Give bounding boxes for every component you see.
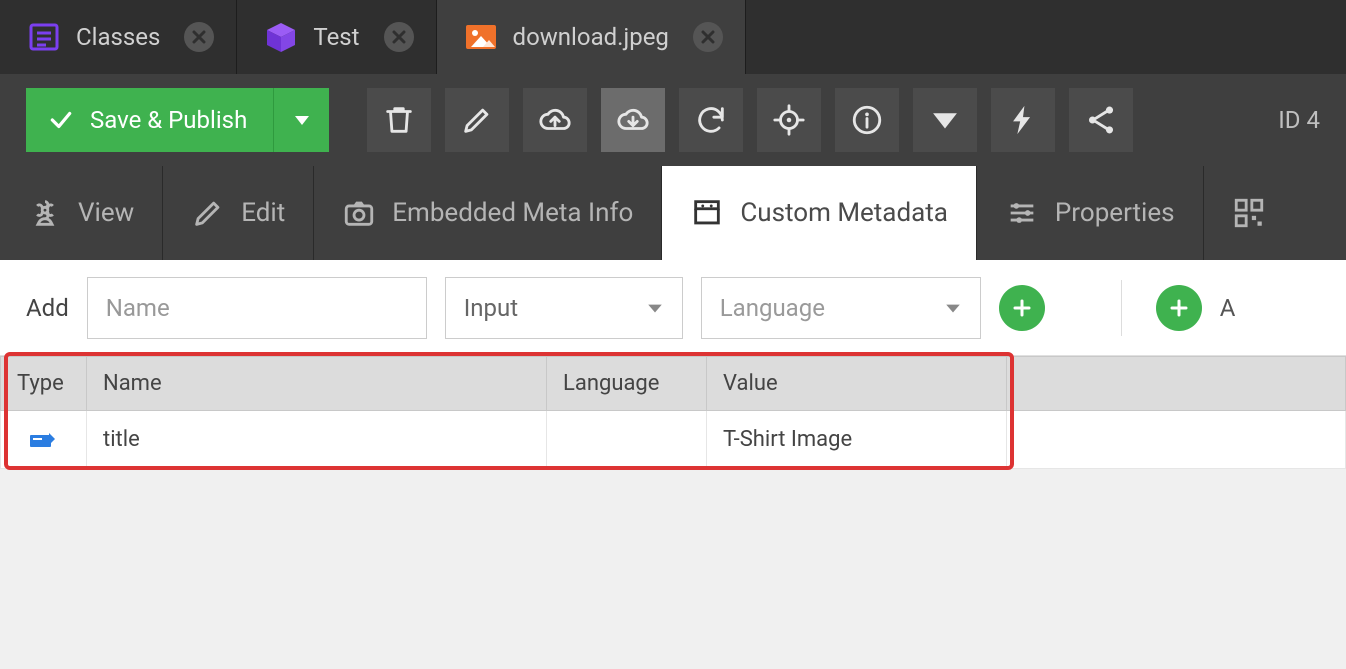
add-secondary-button[interactable] — [1156, 285, 1202, 331]
toolbar: Save & Publish ID 4 — [0, 74, 1346, 166]
sub-tab-strip: View Edit Embedded Meta Info Custom Meta… — [0, 166, 1346, 260]
cell-type — [1, 411, 87, 469]
upload-button[interactable] — [523, 88, 587, 152]
caret-down-icon — [928, 103, 962, 137]
caret-down-icon — [944, 299, 962, 317]
close-icon[interactable] — [184, 22, 214, 52]
share-icon — [1084, 103, 1118, 137]
tab-classes[interactable]: Classes — [0, 0, 237, 74]
delete-button[interactable] — [367, 88, 431, 152]
flash-button[interactable] — [991, 88, 1055, 152]
add-label: Add — [26, 294, 69, 322]
divider — [1121, 280, 1122, 336]
plus-icon — [1010, 296, 1034, 320]
plus-icon — [1167, 296, 1191, 320]
info-icon — [850, 103, 884, 137]
cell-name[interactable]: title — [87, 411, 547, 469]
metadata-table-wrap: Type Name Language Value title T-Shirt I… — [0, 356, 1346, 469]
save-publish-label: Save & Publish — [90, 106, 247, 134]
subtab-label: Custom Metadata — [740, 198, 948, 228]
pencil-icon — [191, 196, 225, 230]
tab-bar: Classes Test download.jpeg — [0, 0, 1346, 74]
language-select-placeholder: Language — [720, 294, 825, 322]
lightning-icon — [1006, 103, 1040, 137]
tab-label: Test — [313, 23, 359, 51]
sliders-icon — [1005, 196, 1039, 230]
close-icon[interactable] — [693, 22, 723, 52]
cube-icon — [263, 19, 299, 55]
refresh-icon — [694, 103, 728, 137]
cloud-download-icon — [616, 103, 650, 137]
add-metadata-button[interactable] — [999, 285, 1045, 331]
subtab-label: Properties — [1055, 198, 1175, 228]
subtab-view[interactable]: View — [0, 166, 163, 260]
refresh-button[interactable] — [679, 88, 743, 152]
save-publish-dropdown[interactable] — [273, 88, 329, 152]
target-icon — [772, 103, 806, 137]
col-header-type[interactable]: Type — [1, 357, 87, 411]
col-header-language[interactable]: Language — [547, 357, 707, 411]
subtab-label: Embedded Meta Info — [392, 198, 633, 228]
classes-icon — [26, 19, 62, 55]
save-publish-button-group: Save & Publish — [26, 88, 329, 152]
record-id: ID 4 — [1262, 106, 1320, 134]
subtab-custom-metadata[interactable]: Custom Metadata — [662, 166, 977, 260]
table-header-row: Type Name Language Value — [1, 357, 1346, 411]
add-metadata-form: Add Name Input Language A — [0, 260, 1346, 356]
empty-area — [0, 469, 1346, 669]
rename-button[interactable] — [445, 88, 509, 152]
subtab-edit[interactable]: Edit — [163, 166, 314, 260]
image-icon — [463, 19, 499, 55]
cell-empty — [1007, 411, 1346, 469]
save-publish-button[interactable]: Save & Publish — [26, 88, 273, 152]
camera-icon — [342, 196, 376, 230]
subtab-label: Edit — [241, 198, 285, 228]
table-row[interactable]: title T-Shirt Image — [1, 411, 1346, 469]
locate-button[interactable] — [757, 88, 821, 152]
check-icon — [48, 107, 74, 133]
col-header-name[interactable]: Name — [87, 357, 547, 411]
subtab-properties[interactable]: Properties — [977, 166, 1204, 260]
metadata-icon — [690, 196, 724, 230]
tab-label: Classes — [76, 23, 160, 51]
name-input[interactable]: Name — [87, 277, 427, 339]
qr-icon — [1232, 196, 1266, 230]
share-button[interactable] — [1069, 88, 1133, 152]
cloud-upload-icon — [538, 103, 572, 137]
caret-down-icon — [646, 299, 664, 317]
type-select-value: Input — [464, 294, 518, 322]
pencil-icon — [460, 103, 494, 137]
cell-language[interactable] — [547, 411, 707, 469]
close-icon[interactable] — [384, 22, 414, 52]
tab-download-jpeg[interactable]: download.jpeg — [437, 0, 746, 74]
tab-test[interactable]: Test — [237, 0, 436, 74]
download-button[interactable] — [601, 88, 665, 152]
info-button[interactable] — [835, 88, 899, 152]
col-header-empty — [1007, 357, 1346, 411]
flower-icon — [28, 196, 62, 230]
col-header-value[interactable]: Value — [707, 357, 1007, 411]
subtab-qr[interactable] — [1204, 166, 1294, 260]
subtab-label: View — [78, 198, 134, 228]
language-select[interactable]: Language — [701, 277, 981, 339]
caret-down-icon — [292, 110, 312, 130]
cell-value[interactable]: T-Shirt Image — [707, 411, 1007, 469]
trash-icon — [382, 103, 416, 137]
subtab-embedded-meta[interactable]: Embedded Meta Info — [314, 166, 662, 260]
metadata-table: Type Name Language Value title T-Shirt I… — [0, 356, 1346, 469]
input-type-icon — [29, 429, 59, 451]
more-dropdown[interactable] — [913, 88, 977, 152]
tab-label: download.jpeg — [513, 23, 669, 51]
type-select[interactable]: Input — [445, 277, 683, 339]
secondary-label: A — [1220, 294, 1236, 322]
